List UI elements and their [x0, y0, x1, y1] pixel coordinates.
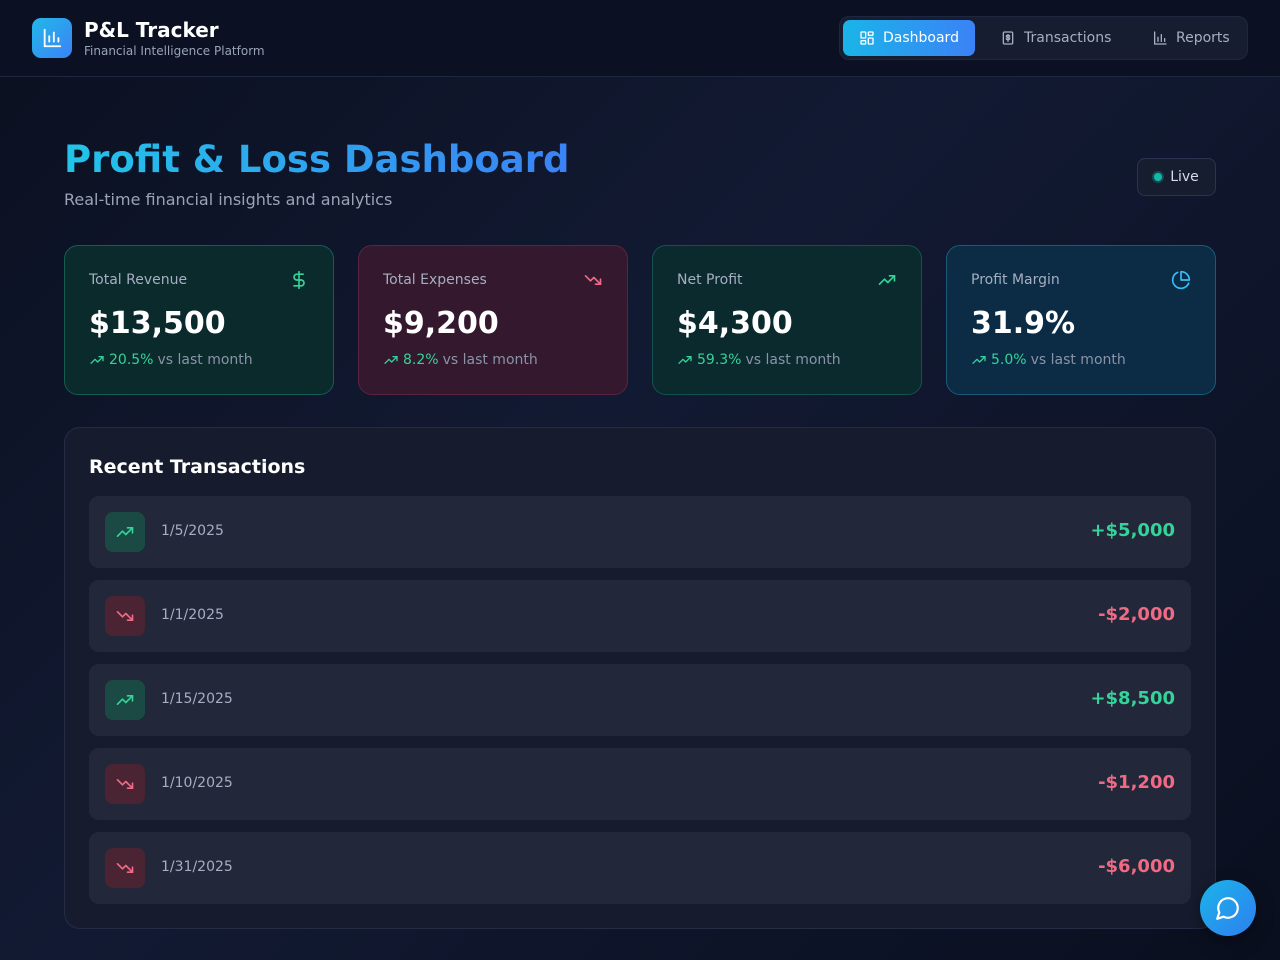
stat-label: Total Revenue [89, 272, 188, 288]
transaction-amount: +$5,000 [1090, 520, 1175, 541]
transaction-date: 1/5/2025 [161, 523, 224, 539]
nav-reports[interactable]: Reports [1136, 20, 1246, 56]
transaction-type [105, 848, 145, 888]
trending-down-icon [116, 863, 134, 873]
panel-title: Recent Transactions [89, 456, 306, 478]
trending-up-icon [384, 356, 398, 364]
chat-bubble-icon [1216, 897, 1239, 920]
stat-delta-suffix: vs last month [157, 352, 253, 368]
stat-card-profit-margin: Profit Margin 31.9% 5.0% vs last month [946, 245, 1216, 395]
trending-up-icon [972, 356, 986, 364]
trending-up-icon [878, 275, 896, 285]
chat-button[interactable] [1200, 880, 1256, 936]
stat-delta-suffix: vs last month [442, 352, 538, 368]
recent-transactions-panel: Recent Transactions 1/5/2025 +$5,000 1/1… [64, 427, 1216, 929]
stat-card-expenses: Total Expenses $9,200 8.2% vs last month [358, 245, 628, 395]
nav-transactions-label: Transactions [1024, 30, 1112, 46]
trending-down-icon [116, 779, 134, 789]
brand-subtitle: Financial Intelligence Platform [84, 44, 265, 58]
nav-dashboard-label: Dashboard [883, 30, 959, 46]
stat-value: $9,200 [383, 306, 499, 341]
stat-delta-suffix: vs last month [745, 352, 841, 368]
transaction-amount: -$2,000 [1098, 604, 1175, 625]
stat-delta-percent: 5.0% [991, 352, 1027, 368]
stat-label: Profit Margin [971, 272, 1060, 288]
transaction-row[interactable]: 1/31/2025 -$6,000 [89, 832, 1191, 904]
live-dot-icon [1154, 173, 1163, 181]
trending-up-icon [678, 356, 692, 364]
trending-up-icon [90, 356, 104, 364]
pie-chart-icon [1171, 270, 1191, 290]
stat-delta: 59.3% vs last month [677, 352, 841, 368]
brand-logo[interactable] [32, 18, 72, 58]
page-subtitle: Real-time financial insights and analyti… [64, 190, 393, 209]
transaction-amount: +$8,500 [1090, 688, 1175, 709]
transaction-date: 1/31/2025 [161, 859, 233, 875]
transaction-row[interactable]: 1/5/2025 +$5,000 [89, 496, 1191, 568]
stat-delta-percent: 8.2% [403, 352, 439, 368]
transaction-type [105, 596, 145, 636]
stat-delta-suffix: vs last month [1030, 352, 1126, 368]
trending-up-icon [116, 527, 134, 537]
nav-dashboard[interactable]: Dashboard [843, 20, 975, 56]
stat-delta: 8.2% vs last month [383, 352, 538, 368]
transaction-type [105, 764, 145, 804]
live-badge: Live [1137, 158, 1216, 196]
main-nav: Dashboard Transactions Reports [839, 16, 1248, 60]
bar-chart-icon [43, 28, 62, 48]
page-title: Profit & Loss Dashboard [64, 138, 570, 181]
transaction-row[interactable]: 1/1/2025 -$2,000 [89, 580, 1191, 652]
nav-reports-label: Reports [1176, 30, 1230, 46]
transaction-row[interactable]: 1/10/2025 -$1,200 [89, 748, 1191, 820]
trending-down-icon [584, 275, 602, 285]
transaction-date: 1/15/2025 [161, 691, 233, 707]
stat-card-revenue: Total Revenue $13,500 20.5% vs last mont… [64, 245, 334, 395]
grid-icon [860, 31, 874, 45]
brand-title: P&L Tracker [84, 18, 219, 42]
stat-delta: 5.0% vs last month [971, 352, 1126, 368]
dollar-icon [293, 270, 305, 290]
transaction-date: 1/10/2025 [161, 775, 233, 791]
transaction-amount: -$1,200 [1098, 772, 1175, 793]
stat-delta: 20.5% vs last month [89, 352, 253, 368]
nav-transactions[interactable]: Transactions [984, 20, 1127, 56]
stat-card-net-profit: Net Profit $4,300 59.3% vs last month [652, 245, 922, 395]
transaction-type [105, 512, 145, 552]
transaction-row[interactable]: 1/15/2025 +$8,500 [89, 664, 1191, 736]
stat-value: $4,300 [677, 306, 793, 341]
app-header: P&L Tracker Financial Intelligence Platf… [0, 0, 1280, 77]
transaction-type [105, 680, 145, 720]
trending-up-icon [116, 695, 134, 705]
transaction-date: 1/1/2025 [161, 607, 224, 623]
receipt-icon [1002, 31, 1014, 45]
bar-chart-icon [1154, 31, 1167, 45]
stat-delta-percent: 59.3% [697, 352, 742, 368]
live-label: Live [1170, 169, 1199, 185]
stat-delta-percent: 20.5% [109, 352, 154, 368]
stat-label: Net Profit [677, 272, 743, 288]
stat-value: 31.9% [971, 306, 1076, 341]
stat-label: Total Expenses [383, 272, 487, 288]
trending-down-icon [116, 611, 134, 621]
stat-value: $13,500 [89, 306, 226, 341]
transaction-amount: -$6,000 [1098, 856, 1175, 877]
